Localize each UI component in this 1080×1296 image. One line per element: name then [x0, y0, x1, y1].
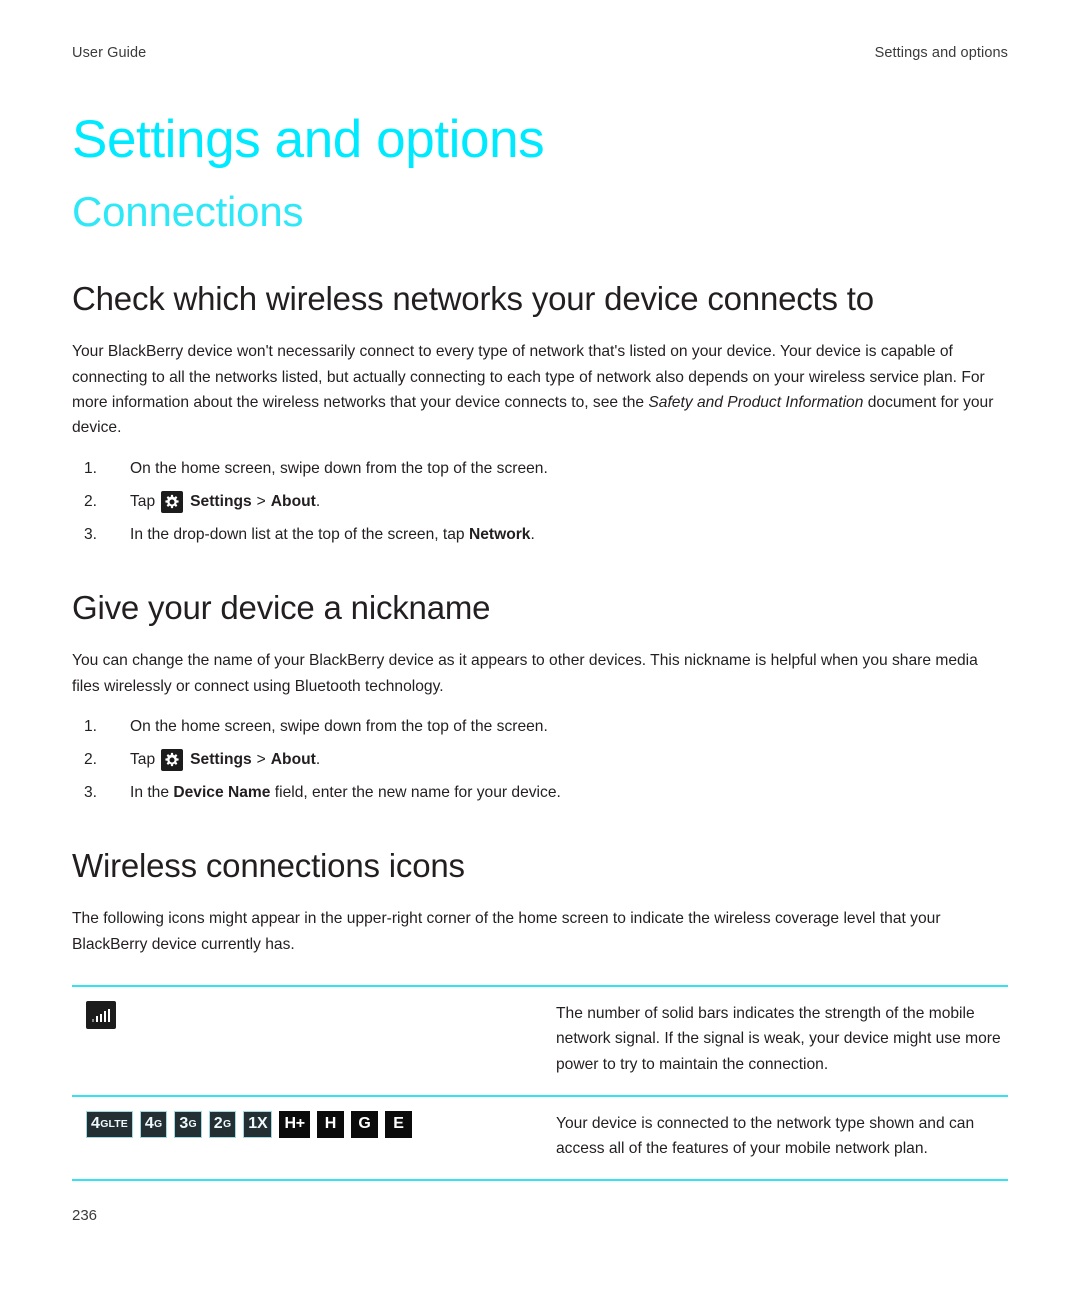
network-type-badges: 4 GLTE 4G 3G 2G 1X H+ H G E — [86, 1110, 556, 1138]
step-number: 1. — [84, 717, 98, 735]
step-text-pre: In the — [130, 783, 174, 801]
badge-main: 1X — [248, 1115, 268, 1133]
signal-bar-5 — [107, 1008, 111, 1023]
network-badge-1x: 1X — [243, 1110, 273, 1138]
network-badge-e: E — [384, 1110, 412, 1138]
table-cell-icon — [72, 987, 556, 1047]
badge-main: H+ — [284, 1115, 305, 1133]
steps-list-check-networks: 1. On the home screen, swipe down from t… — [72, 457, 1008, 548]
step-number: 2. — [84, 750, 98, 768]
signal-bar-2 — [95, 1016, 99, 1023]
table-row: The number of solid bars indicates the s… — [72, 987, 1008, 1095]
badge-main: 4 — [91, 1115, 100, 1133]
section-paragraph-nickname: You can change the name of your BlackBer… — [72, 652, 978, 695]
network-badge-g: G — [350, 1110, 378, 1138]
step-number: 1. — [84, 459, 98, 477]
badge-main: G — [358, 1115, 371, 1133]
badge-sub: GLTE — [100, 1118, 128, 1131]
running-header-left: User Guide — [72, 45, 147, 61]
step-verb: Tap — [130, 750, 156, 768]
network-badge-4g: 4G — [139, 1110, 168, 1138]
step-bold-network: Network — [468, 525, 531, 543]
step-bold-device-name: Device Name — [173, 783, 271, 801]
step-text: In the drop-down list at the top of the … — [130, 526, 535, 543]
document-page: User Guide Settings and options Settings… — [0, 0, 1080, 1296]
badge-sub: G — [154, 1118, 163, 1131]
step-item: 1. On the home screen, swipe down from t… — [72, 457, 1008, 482]
step-bold-settings: Settings — [190, 750, 252, 768]
table-cell-icon: 4 GLTE 4G 3G 2G 1X H+ H G E — [72, 1097, 556, 1156]
step-number: 3. — [84, 525, 98, 543]
chapter-title: Connections — [72, 188, 304, 236]
step-verb: Tap — [130, 492, 156, 510]
step-period: . — [315, 492, 321, 510]
network-badge-h: H — [316, 1110, 344, 1138]
step-text-post: . — [530, 525, 535, 543]
running-header-right: Settings and options — [874, 45, 1008, 61]
step-item: 2. Tap Settings > About. — [72, 748, 1008, 773]
step-item: 1. On the home screen, swipe down from t… — [72, 715, 1008, 740]
badge-sub: G — [188, 1118, 197, 1131]
badge-main: 3 — [179, 1115, 189, 1133]
table-cell-description: The number of solid bars indicates the s… — [556, 1005, 1001, 1073]
signal-bars-icon — [86, 1001, 116, 1030]
badge-main: 4 — [144, 1115, 154, 1133]
step-text: On the home screen, swipe down from the … — [130, 717, 548, 735]
step-text: Tap Settings > About. — [130, 748, 320, 773]
network-badge-hplus: H+ — [279, 1110, 310, 1138]
step-period: . — [315, 750, 321, 768]
table-row: 4 GLTE 4G 3G 2G 1X H+ H G E Your device i… — [72, 1094, 1008, 1180]
network-badge-4glte: 4 GLTE — [86, 1110, 133, 1138]
section-paragraph-wireless-icons: The following icons might appear in the … — [72, 910, 941, 953]
badge-main: 2 — [213, 1115, 223, 1133]
paragraph-italic-ref: Safety and Product Information — [648, 393, 864, 411]
section-heading-wireless-icons: Wireless connections icons — [72, 846, 465, 884]
step-text: In the Device Name field, enter the new … — [130, 784, 561, 801]
step-text: On the home screen, swipe down from the … — [130, 459, 548, 477]
badge-main: H — [324, 1115, 337, 1133]
table-cell-description: Your device is connected to the network … — [556, 1114, 975, 1158]
step-separator: > — [256, 750, 266, 768]
network-badge-3g: 3G — [174, 1110, 202, 1138]
page-number: 236 — [72, 1207, 98, 1224]
document-title: Settings and options — [72, 110, 545, 169]
step-text-pre: In the drop-down list at the top of the … — [130, 525, 469, 543]
step-bold-settings: Settings — [190, 492, 252, 510]
step-text-post: field, enter the new name for your devic… — [270, 783, 561, 801]
badge-sub: G — [223, 1118, 232, 1131]
network-badge-2g: 2G — [208, 1110, 237, 1138]
running-header: User Guide Settings and options — [72, 0, 1008, 61]
section-heading-check-networks: Check which wireless networks your devic… — [72, 279, 874, 317]
step-bold-about: About — [270, 492, 316, 510]
settings-gear-icon — [161, 491, 184, 514]
steps-list-nickname: 1. On the home screen, swipe down from t… — [72, 715, 1008, 806]
signal-bar-4 — [103, 1011, 107, 1023]
step-text: Tap Settings > About. — [130, 490, 320, 515]
step-item: 3. In the drop-down list at the top of t… — [72, 523, 1008, 548]
step-item: 3. In the Device Name field, enter the n… — [72, 781, 1008, 806]
signal-bar-3 — [99, 1013, 103, 1023]
step-number: 3. — [84, 783, 98, 801]
signal-bar-1 — [91, 1018, 95, 1023]
section-paragraph-check-networks: Your BlackBerry device won't necessarily… — [72, 339, 1000, 441]
settings-gear-icon — [161, 749, 184, 772]
step-bold-about: About — [270, 750, 316, 768]
badge-main: E — [393, 1115, 404, 1133]
step-item: 2. Tap Settings > About. — [72, 490, 1008, 515]
wireless-icons-table: The number of solid bars indicates the s… — [72, 985, 1008, 1182]
step-number: 2. — [84, 492, 98, 510]
step-separator: > — [256, 492, 266, 510]
section-heading-nickname: Give your device a nickname — [72, 588, 491, 626]
